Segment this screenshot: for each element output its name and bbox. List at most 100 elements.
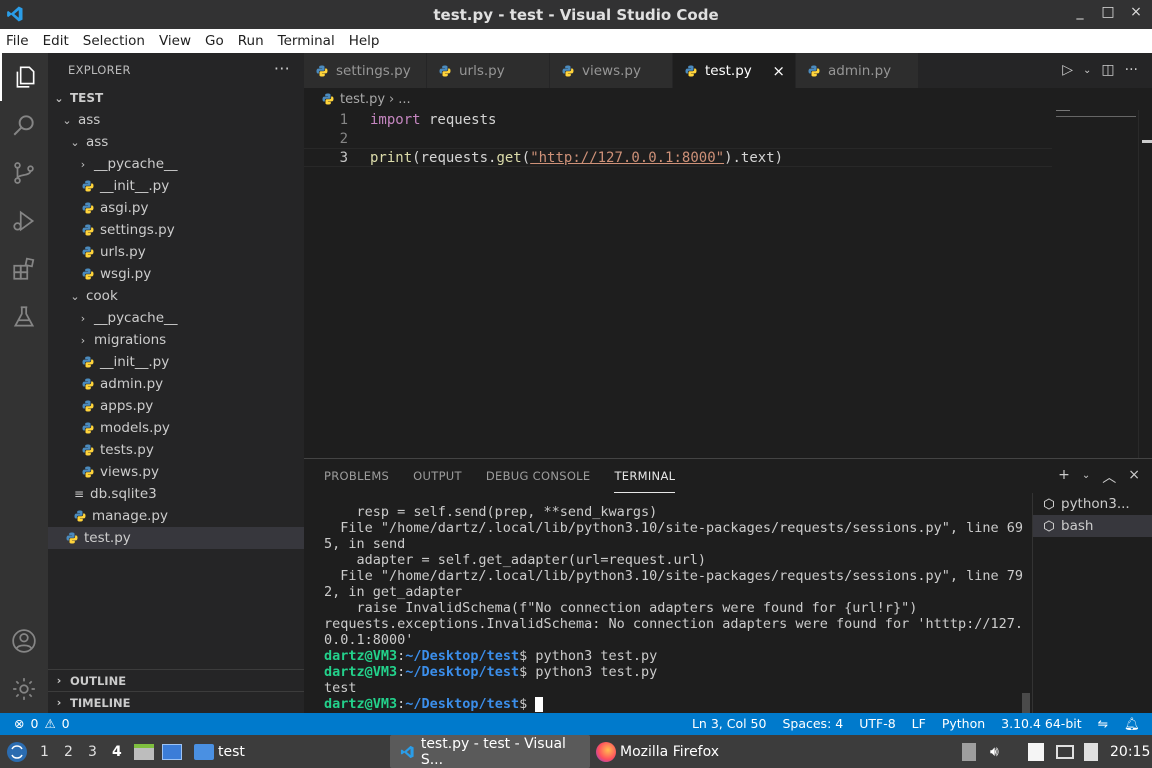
terminal-instance[interactable]: python3... [1033,493,1152,515]
chevron-down-icon[interactable]: ⌄ [1083,65,1091,78]
power-icon[interactable] [1084,735,1098,768]
network-icon[interactable] [1056,735,1074,768]
tree-file[interactable]: test.py [48,527,304,549]
tree-folder[interactable]: ⌄ TEST [48,87,304,109]
tree-file[interactable]: asgi.py [48,197,304,219]
tree-file[interactable]: __init__.py [48,351,304,373]
maximize-panel-icon[interactable]: ︿ [1102,467,1116,487]
maximize-button[interactable]: □ [1100,4,1116,20]
search-icon[interactable] [0,101,48,149]
tree-file[interactable]: urls.py [48,241,304,263]
menu-selection[interactable]: Selection [83,33,145,49]
tree-file[interactable]: views.py [48,461,304,483]
menu-edit[interactable]: Edit [43,33,69,49]
workspace-4[interactable]: 4 [112,735,122,768]
code-line[interactable]: 2 [304,129,1052,148]
breadcrumb-file[interactable]: test.py [340,92,385,107]
live-share-icon[interactable]: ⇋ [1098,716,1108,732]
outline-section[interactable]: › OUTLINE [48,669,304,691]
editor-tab[interactable]: urls.py [427,53,550,88]
close-tab-icon[interactable]: × [772,62,785,80]
more-actions-icon[interactable]: ··· [274,59,290,78]
tree-folder[interactable]: › __pycache__ [48,307,304,329]
panel-tab[interactable]: DEBUG CONSOLE [486,459,591,493]
close-window-button[interactable]: × [1128,4,1144,20]
folder-launcher[interactable]: test [194,735,245,768]
chevron-down-icon[interactable]: ⌄ [1082,470,1090,487]
terminal-instance[interactable]: bash [1033,515,1152,537]
tree-file[interactable]: manage.py [48,505,304,527]
run-python-file-icon[interactable]: ▷ [1062,62,1073,78]
editor-tab[interactable]: test.py × [673,53,796,88]
tree-folder[interactable]: ⌄ cook [48,285,304,307]
terminal-line: requests.exceptions.InvalidSchema: No co… [324,616,1023,632]
language-mode[interactable]: Python [942,716,985,732]
timeline-section[interactable]: › TIMELINE [48,691,304,713]
explorer-icon[interactable] [0,53,48,101]
tree-file[interactable]: admin.py [48,373,304,395]
tree-file[interactable]: ≡ db.sqlite3 [48,483,304,505]
show-desktop-icon[interactable] [162,735,182,768]
code-line[interactable]: 1 import requests [304,110,1052,129]
terminal-scrollbar[interactable] [1022,693,1030,713]
clock[interactable]: 20:15 [1110,735,1150,768]
python-interpreter[interactable]: 3.10.4 64-bit [1001,716,1081,732]
new-terminal-icon[interactable]: + [1058,467,1070,487]
split-editor-icon[interactable]: ◫ [1101,62,1114,78]
encoding[interactable]: UTF-8 [859,716,895,732]
start-menu-icon[interactable] [6,735,28,768]
tree-folder[interactable]: ⌄ ass [48,109,304,131]
tree-file[interactable]: __init__.py [48,175,304,197]
tree-folder[interactable]: ⌄ ass [48,131,304,153]
minimize-button[interactable]: _ [1072,4,1088,20]
minimap[interactable] [1056,110,1138,118]
tree-file[interactable]: wsgi.py [48,263,304,285]
chevron-down-icon: ⌄ [70,135,80,149]
workspace-2[interactable]: 2 [64,735,73,768]
panel-tab[interactable]: OUTPUT [413,459,462,493]
tree-file[interactable]: apps.py [48,395,304,417]
testing-icon[interactable] [0,293,48,341]
run-debug-icon[interactable] [0,197,48,245]
menu-run[interactable]: Run [238,33,264,49]
extensions-icon[interactable] [0,245,48,293]
close-panel-icon[interactable]: × [1128,467,1140,487]
breadcrumb-symbols[interactable]: ... [398,92,410,107]
tree-file[interactable]: models.py [48,417,304,439]
menu-help[interactable]: Help [349,33,380,49]
editor-tab[interactable]: admin.py [796,53,919,88]
problems-status[interactable]: ⊗ 0 ⚠ 0 [14,716,70,731]
panel-tab[interactable]: PROBLEMS [324,459,389,493]
menu-file[interactable]: File [6,33,29,49]
editor-scrollbar[interactable] [1138,110,1152,458]
editor-tab[interactable]: settings.py [304,53,427,88]
editor-tab[interactable]: views.py [550,53,673,88]
tree-file[interactable]: tests.py [48,439,304,461]
file-manager-icon[interactable] [134,735,154,768]
code-editor[interactable]: 1 import requests 2 3 print(requests.get("ht… [304,110,1152,458]
volume-icon[interactable]: 🔊︎ [990,735,999,768]
indentation[interactable]: Spaces: 4 [782,716,843,732]
taskbar-window-vscode[interactable]: test.py - test - Visual S... [390,735,590,768]
menu-view[interactable]: View [159,33,191,49]
notes-icon[interactable] [1028,735,1044,768]
more-actions-icon[interactable]: ··· [1125,62,1138,78]
taskbar-window-firefox[interactable]: Mozilla Firefox [596,735,719,768]
clipboard-icon[interactable] [962,735,976,768]
tree-file[interactable]: settings.py [48,219,304,241]
settings-gear-icon[interactable] [0,665,48,713]
workspace-3[interactable]: 3 [88,735,97,768]
workspace-1[interactable]: 1 [40,735,49,768]
menu-go[interactable]: Go [205,33,224,49]
account-icon[interactable] [0,617,48,665]
cursor-position[interactable]: Ln 3, Col 50 [692,716,767,732]
source-control-icon[interactable] [0,149,48,197]
notifications-bell-icon[interactable]: 🔔︎ [1124,716,1140,732]
tree-folder[interactable]: › migrations [48,329,304,351]
code-line[interactable]: 3 print(requests.get("http://127.0.0.1:80… [304,148,1052,167]
terminal-output[interactable]: resp = self.send(prep, **send_kwargs) Fi… [324,504,1024,712]
tree-folder[interactable]: › __pycache__ [48,153,304,175]
end-of-line[interactable]: LF [912,716,926,732]
panel-tab[interactable]: TERMINAL [614,459,676,493]
menu-terminal[interactable]: Terminal [278,33,335,49]
